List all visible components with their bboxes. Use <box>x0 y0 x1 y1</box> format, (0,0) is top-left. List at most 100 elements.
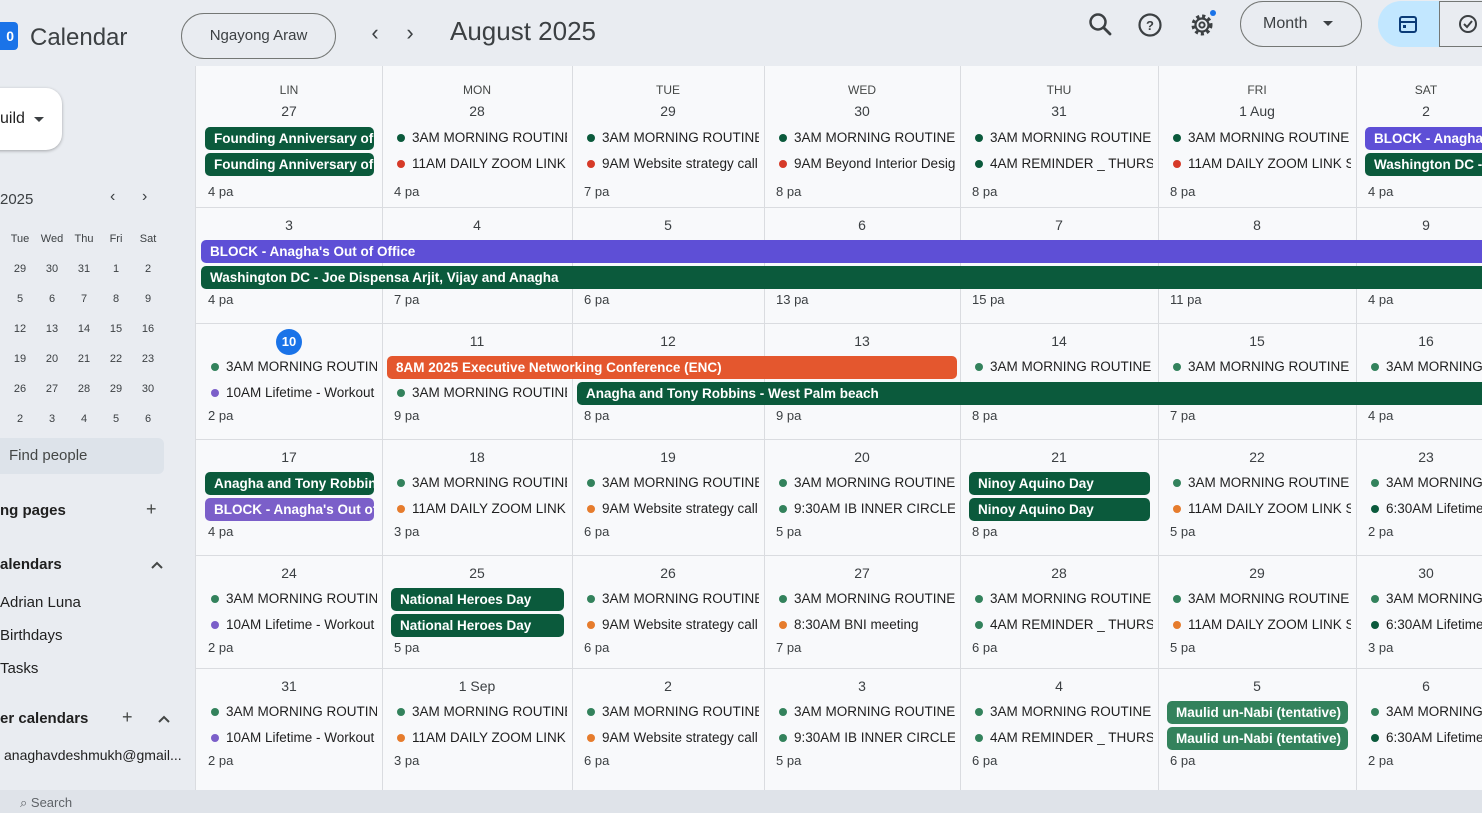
day-number[interactable]: 13 <box>832 333 892 349</box>
mini-next-button[interactable]: › <box>142 188 147 206</box>
more-events-link[interactable]: 6 pa <box>584 292 609 307</box>
mini-day[interactable]: 29 <box>4 263 36 275</box>
mini-day[interactable]: 9 <box>132 293 164 305</box>
more-events-link[interactable]: 5 pa <box>776 753 801 768</box>
more-events-link[interactable]: 15 pa <box>972 292 1005 307</box>
day-number[interactable]: 31 <box>1029 103 1089 119</box>
create-button[interactable]: uild <box>0 88 62 150</box>
mini-day[interactable]: 21 <box>68 353 100 365</box>
more-events-link[interactable]: 5 pa <box>776 524 801 539</box>
more-events-link[interactable]: 7 pa <box>1170 408 1195 423</box>
timed-event[interactable]: 9AM Website strategy call <box>587 498 759 520</box>
day-number[interactable]: 23 <box>1396 449 1456 465</box>
day-number[interactable]: 27 <box>832 565 892 581</box>
multi-day-event-bar[interactable]: 8AM 2025 Executive Networking Conference… <box>387 356 957 379</box>
day-number[interactable]: 22 <box>1227 449 1287 465</box>
timed-event[interactable]: 8:30AM BNI meeting <box>779 614 955 636</box>
more-events-link[interactable]: 6 pa <box>584 640 609 655</box>
mini-day[interactable]: 5 <box>4 293 36 305</box>
day-number[interactable]: 15 <box>1227 333 1287 349</box>
day-number[interactable]: 11 <box>447 333 507 349</box>
more-events-link[interactable]: 8 pa <box>972 524 997 539</box>
more-events-link[interactable]: 2 pa <box>208 640 233 655</box>
more-events-link[interactable]: 9 pa <box>776 408 801 423</box>
day-number[interactable]: 26 <box>638 565 698 581</box>
more-events-link[interactable]: 8 pa <box>776 184 801 199</box>
more-events-link[interactable]: 11 pa <box>1170 292 1202 307</box>
mini-day[interactable]: 6 <box>36 293 68 305</box>
timed-event[interactable]: 3AM MORNING ROUTINE <box>1371 356 1482 378</box>
more-events-link[interactable]: 13 pa <box>776 292 809 307</box>
day-number[interactable]: 9 <box>1396 217 1456 233</box>
timed-event[interactable]: 3AM MORNING ROUTINE <box>1173 472 1351 494</box>
day-number[interactable]: 17 <box>259 449 319 465</box>
today-day-number[interactable]: 10 <box>276 329 302 355</box>
timed-event[interactable]: 11AM DAILY ZOOM LINK SESSION <box>1173 498 1351 520</box>
more-events-link[interactable]: 3 pa <box>394 753 419 768</box>
timed-event[interactable]: 4AM REMINDER _ THURSDAY <box>975 153 1153 175</box>
day-number[interactable]: 30 <box>1396 565 1456 581</box>
timed-event[interactable]: 3AM MORNING ROUTINE <box>1173 356 1351 378</box>
more-events-link[interactable]: 4 pa <box>1368 408 1393 423</box>
multi-day-event-bar[interactable]: Washington DC - Joe Dispensa Arjit, Vija… <box>201 266 1482 289</box>
prev-month-button[interactable]: ‹ <box>363 20 387 46</box>
more-events-link[interactable]: 4 pa <box>208 184 233 199</box>
day-number[interactable]: 21 <box>1029 449 1089 465</box>
day-number[interactable]: 1 Aug <box>1227 103 1287 119</box>
calendar-view-button[interactable] <box>1378 1 1439 47</box>
all-day-event-chip[interactable]: National Heroes Day <box>391 614 564 637</box>
timed-event[interactable]: 3AM MORNING ROUTINE <box>587 588 759 610</box>
day-number[interactable]: 1 Sep <box>447 678 507 694</box>
more-events-link[interactable]: 2 pa <box>1368 753 1393 768</box>
calendar-item-adrian-luna[interactable]: Adrian Luna <box>0 594 81 611</box>
timed-event[interactable]: 3AM MORNING ROUTINE <box>975 588 1153 610</box>
timed-event[interactable]: 3AM MORNING ROUTINE <box>1371 701 1482 723</box>
mini-day[interactable]: 1 <box>100 263 132 275</box>
mini-day[interactable]: 30 <box>36 263 68 275</box>
mini-day[interactable]: 8 <box>100 293 132 305</box>
my-calendars-heading[interactable]: alendars <box>0 556 62 573</box>
more-events-link[interactable]: 6 pa <box>1170 753 1195 768</box>
multi-day-event-bar[interactable]: Anagha and Tony Robbins - West Palm beac… <box>577 382 1482 405</box>
chevron-up-icon[interactable] <box>150 560 164 570</box>
more-events-link[interactable]: 5 pa <box>1170 524 1195 539</box>
timed-event[interactable]: 3AM MORNING ROUTINE <box>211 588 377 610</box>
all-day-event-chip[interactable]: BLOCK - Anagha's Out of Office <box>1365 127 1482 150</box>
more-events-link[interactable]: 9 pa <box>394 408 419 423</box>
day-number[interactable]: 28 <box>447 103 507 119</box>
find-people-input[interactable]: Find people <box>0 438 164 474</box>
timed-event[interactable]: 3AM MORNING ROUTINE <box>1371 472 1482 494</box>
timed-event[interactable]: 9AM Website strategy call <box>587 614 759 636</box>
day-number[interactable]: 29 <box>1227 565 1287 581</box>
other-calendars-heading[interactable]: er calendars <box>0 710 88 727</box>
timed-event[interactable]: 9AM Beyond Interior Design <box>779 153 955 175</box>
timed-event[interactable]: 3AM MORNING ROUTINE <box>779 588 955 610</box>
taskbar-search[interactable]: ⌕ Search <box>20 795 72 811</box>
timed-event[interactable]: 6:30AM Lifetime <box>1371 498 1482 520</box>
timed-event[interactable]: 3AM MORNING ROUTINE <box>779 701 955 723</box>
timed-event[interactable]: 10AM Lifetime - Workout <box>211 614 377 636</box>
all-day-event-chip[interactable]: Maulid un-Nabi (tentative) <box>1167 701 1348 724</box>
timed-event[interactable]: 9AM Website strategy call <box>587 153 759 175</box>
day-number[interactable]: 4 <box>1029 678 1089 694</box>
help-icon[interactable]: ? <box>1135 10 1165 40</box>
more-events-link[interactable]: 6 pa <box>972 753 997 768</box>
mini-day[interactable]: 14 <box>68 323 100 335</box>
all-day-event-chip[interactable]: Founding Anniversary of Iglesia <box>205 153 374 176</box>
day-number[interactable]: 16 <box>1396 333 1456 349</box>
mini-day[interactable]: 26 <box>4 383 36 395</box>
timed-event[interactable]: 3AM MORNING ROUTINE <box>779 127 955 149</box>
timed-event[interactable]: 10AM Lifetime - Workout <box>211 727 377 749</box>
mini-day[interactable]: 12 <box>4 323 36 335</box>
day-number[interactable]: 6 <box>832 217 892 233</box>
timed-event[interactable]: 6:30AM Lifetime <box>1371 727 1482 749</box>
day-number[interactable]: 30 <box>832 103 892 119</box>
mini-day[interactable]: 13 <box>36 323 68 335</box>
more-events-link[interactable]: 4 pa <box>394 184 419 199</box>
day-number[interactable]: 5 <box>638 217 698 233</box>
timed-event[interactable]: 11AM DAILY ZOOM LINK SESSION <box>1173 153 1351 175</box>
day-number[interactable]: 12 <box>638 333 698 349</box>
mini-day[interactable]: 19 <box>4 353 36 365</box>
search-icon[interactable] <box>1086 10 1116 40</box>
timed-event[interactable]: 11AM DAILY ZOOM LINK SESSION <box>397 153 567 175</box>
